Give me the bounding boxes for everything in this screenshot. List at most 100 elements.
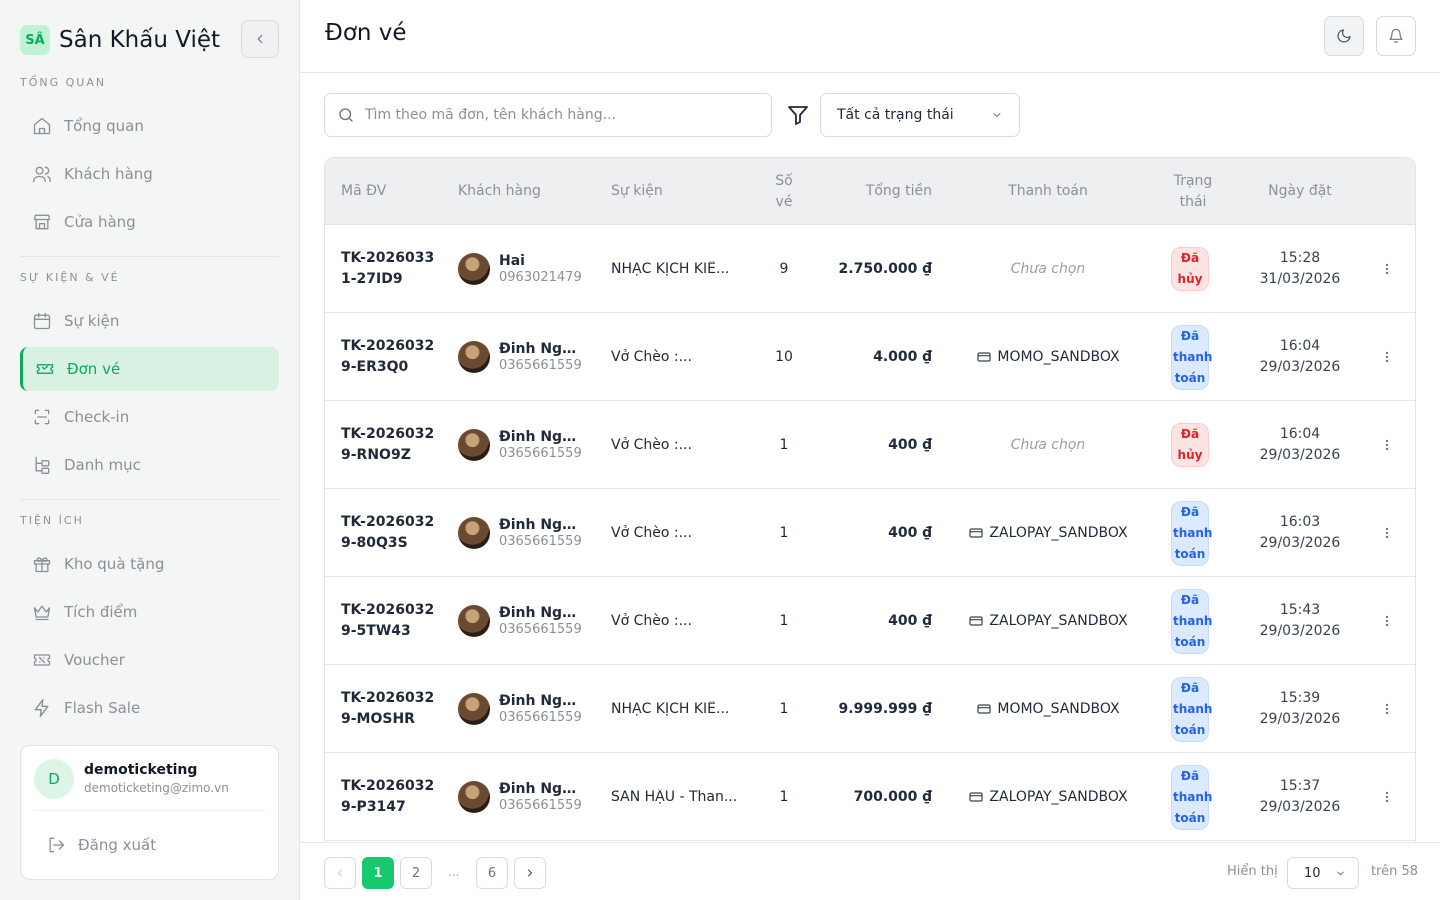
store-icon [33, 214, 51, 230]
column-header[interactable]: Tổng tiền [841, 158, 932, 225]
page-button[interactable]: 6 [476, 857, 508, 889]
page-button[interactable]: 2 [400, 857, 432, 889]
sidebar-item-voucher[interactable]: Voucher [20, 638, 279, 682]
page-header: Đơn vé [300, 0, 1440, 73]
table-row[interactable]: TK-20260329-80Q3S Đinh Ngọ...0365661559 Vở… [325, 489, 1415, 577]
moon-icon [1337, 29, 1351, 43]
event-name: Vở Chèo :... [611, 437, 692, 453]
order-code[interactable]: TK-20260329-MOSHR [341, 688, 436, 730]
status-filter-select[interactable]: Tất cả trạng thái [820, 93, 1020, 137]
customer-phone: 0963021479 [499, 270, 582, 285]
customer-name: Đinh Ngọ... [499, 341, 577, 357]
brand[interactable]: SÂ Sân Khấu Việt [20, 20, 220, 60]
event-name: Vở Chèo :... [611, 525, 692, 541]
brand-name: Sân Khấu Việt [59, 27, 221, 53]
column-header[interactable]: Mã ĐV [341, 158, 386, 225]
column-header[interactable]: Thanh toán [948, 158, 1148, 225]
order-code[interactable]: TK-20260329-5TW43 [341, 600, 436, 642]
event-name: Vở Chèo :... [611, 613, 692, 629]
table-row[interactable]: TK-20260331-27ID9 Hai 0963021479 NHẠC KỊCH … [325, 225, 1415, 313]
page-size-select[interactable]: 10 [1287, 857, 1359, 889]
user-avatar: D [34, 759, 74, 799]
order-code[interactable]: TK-20260329-ER3Q0 [341, 336, 436, 378]
customer-avatar [458, 781, 490, 813]
order-time: 15:43 [1279, 602, 1321, 618]
event-name: NHẠC KỊCH KIẾ... [611, 701, 730, 717]
more-vertical-icon [1385, 527, 1389, 539]
logout-label: Đăng xuất [78, 836, 157, 854]
order-time: 16:04 [1279, 338, 1321, 354]
section-title-events: SỰ KIỆN & VÉ [20, 271, 120, 284]
event-name: SAN HẬU - Than... [611, 789, 738, 805]
sidebar-item-overview[interactable]: Tổng quan [20, 104, 279, 148]
column-header[interactable]: Sự kiện [611, 158, 663, 225]
search-input[interactable] [365, 107, 765, 123]
sidebar-item-label: Tổng quan [64, 117, 144, 135]
next-page-button[interactable] [514, 857, 546, 889]
order-time: 15:28 [1279, 250, 1321, 266]
row-actions-button[interactable] [1373, 753, 1401, 841]
more-vertical-icon [1385, 263, 1389, 275]
row-actions-button[interactable] [1373, 577, 1401, 665]
row-actions-button[interactable] [1373, 225, 1401, 313]
theme-toggle-button[interactable] [1324, 16, 1364, 56]
sidebar-item-checkin[interactable]: Check-in [20, 395, 279, 439]
table-row[interactable]: TK-20260329-5TW43 Đinh Ngọ...0365661559 Vở… [325, 577, 1415, 665]
logout-button[interactable]: Đăng xuất [34, 824, 265, 866]
sidebar-item-orders[interactable]: Đơn vé [20, 347, 279, 391]
column-header[interactable]: Trạng thái [1170, 158, 1216, 225]
sidebar-item-categories[interactable]: Danh mục [20, 443, 279, 487]
credit-card-icon [977, 352, 991, 362]
bell-icon [1389, 28, 1403, 43]
column-header[interactable]: Khách hàng [458, 158, 541, 225]
order-code[interactable]: TK-20260329-RNO9Z [341, 424, 436, 466]
pagination: 1 2 ... 6 Hiển thị 10 trên 58 [300, 842, 1440, 900]
order-time: 16:04 [1279, 426, 1321, 442]
sidebar-item-points[interactable]: Tích điểm [20, 590, 279, 634]
prev-page-button[interactable] [324, 857, 356, 889]
page-button[interactable]: 1 [362, 857, 394, 889]
section-title-overview: TỔNG QUAN [20, 76, 107, 89]
order-total: 400 ₫ [888, 613, 932, 629]
order-code[interactable]: TK-20260331-27ID9 [341, 248, 436, 290]
customer-avatar [458, 693, 490, 725]
table-row[interactable]: TK-20260329-ER3Q0 Đinh Ngọ...0365661559 Vở… [325, 313, 1415, 401]
sidebar-item-flash-sale[interactable]: Flash Sale [20, 686, 279, 730]
table-row[interactable]: TK-20260329-P3147 Đinh Ngọ...0365661559 SA… [325, 753, 1415, 841]
column-header[interactable]: Số vé [771, 158, 797, 225]
page-size-label: Hiển thị [1227, 864, 1278, 879]
customer-phone: 0365661559 [499, 710, 582, 725]
scan-icon [34, 409, 50, 425]
order-code[interactable]: TK-20260329-P3147 [341, 776, 436, 818]
user-card-divider [34, 810, 265, 811]
row-actions-button[interactable] [1373, 313, 1401, 401]
sidebar-item-store[interactable]: Cửa hàng [20, 200, 279, 244]
customer-name: Đinh Ngọ... [499, 517, 577, 533]
sidebar-item-label: Đơn vé [67, 360, 121, 378]
sidebar-item-gifts[interactable]: Kho quà tặng [20, 542, 279, 586]
user-name: demoticketing [84, 762, 198, 778]
table-row[interactable]: TK-20260329-RNO9Z Đinh Ngọ...0365661559 Vở… [325, 401, 1415, 489]
event-name: NHẠC KỊCH KIẾ... [611, 261, 730, 277]
payment-method-label: MOMO_SANDBOX [997, 701, 1120, 717]
sidebar-item-customers[interactable]: Khách hàng [20, 152, 279, 196]
collapse-sidebar-button[interactable] [241, 20, 279, 58]
customer-avatar [458, 253, 490, 285]
column-header[interactable]: Ngày đặt [1240, 158, 1360, 225]
sidebar-item-events[interactable]: Sự kiện [20, 299, 279, 343]
order-total: 700.000 ₫ [853, 789, 932, 805]
row-actions-button[interactable] [1373, 401, 1401, 489]
notifications-button[interactable] [1376, 16, 1416, 56]
order-code[interactable]: TK-20260329-80Q3S [341, 512, 436, 554]
row-actions-button[interactable] [1373, 665, 1401, 753]
sidebar-item-label: Danh mục [64, 456, 141, 474]
filter-icon[interactable] [786, 103, 810, 127]
table-row[interactable]: TK-20260329-MOSHR Đinh Ngọ...0365661559 NH… [325, 665, 1415, 753]
row-actions-button[interactable] [1373, 489, 1401, 577]
ticket-icon [36, 364, 54, 374]
customer-name: Đinh Ngọ... [499, 781, 577, 797]
sidebar: SÂ Sân Khấu Việt TỔNG QUAN Tổng quan Khá… [0, 0, 300, 900]
order-time: 16:03 [1279, 514, 1321, 530]
payment-method-label: ZALOPAY_SANDBOX [989, 613, 1128, 629]
total-count-label: trên 58 [1371, 864, 1419, 879]
